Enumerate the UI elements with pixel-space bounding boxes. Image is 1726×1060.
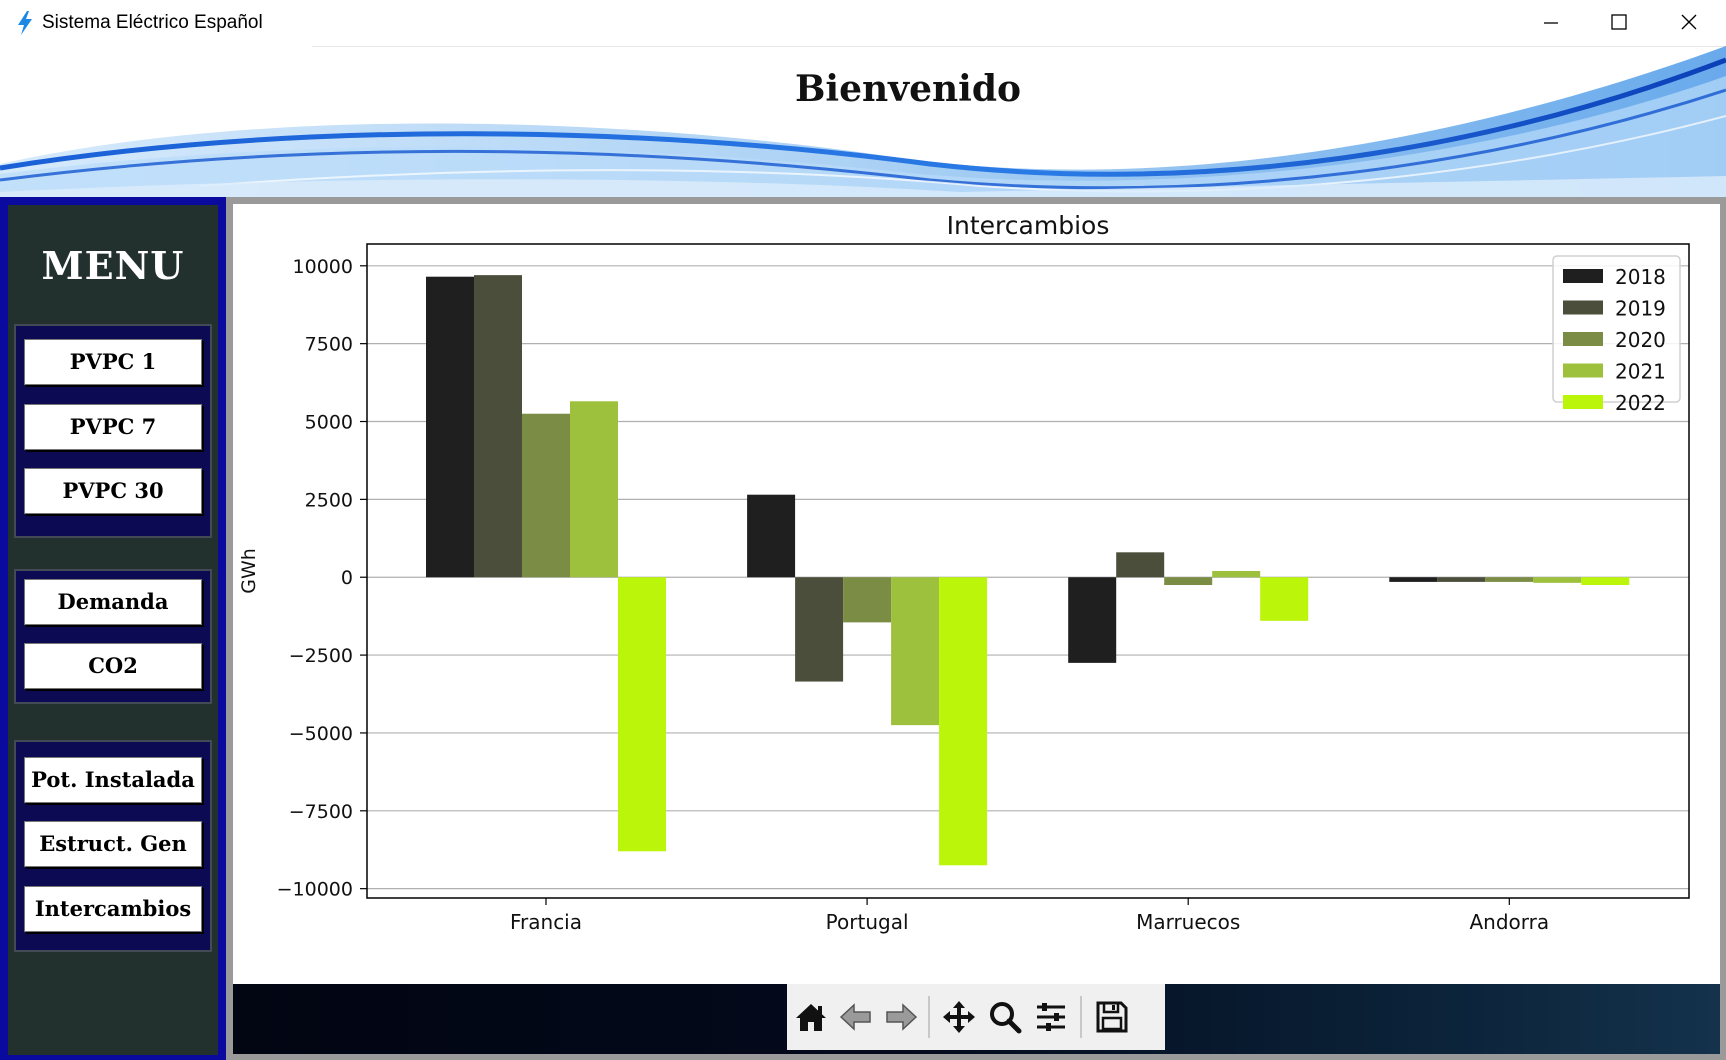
toolbar-separator [1080,996,1082,1038]
pvpc-1-button[interactable]: PVPC 1 [24,339,202,385]
bar-portugal-2021 [891,577,940,726]
legend-label-2021: 2021 [1615,360,1666,384]
bar-francia-2021 [570,401,618,578]
bar-andorra-2018 [1389,577,1438,582]
x-tick-label: Marruecos [1136,910,1240,934]
back-button[interactable] [834,992,878,1042]
home-icon [796,1004,826,1031]
y-tick-label: 2500 [305,489,353,511]
bar-marruecos-2021 [1212,571,1261,578]
pot-instalada-button[interactable]: Pot. Instalada [24,757,202,803]
close-button[interactable] [1655,0,1725,46]
y-axis-label: GWh [238,548,260,594]
legend-swatch-2019 [1563,300,1603,315]
forward-arrow-icon [886,1003,918,1031]
minimize-icon [1544,22,1558,24]
forward-button[interactable] [879,992,923,1042]
bar-portugal-2022 [939,577,988,866]
x-tick-label: Portugal [826,910,909,934]
window-title: Sistema Eléctrico Español [42,12,263,33]
legend-label-2022: 2022 [1615,391,1666,415]
bar-francia-2018 [426,276,474,578]
menu-group-demanda: Demanda CO2 [14,569,212,704]
bar-portugal-2019 [795,577,844,682]
close-icon [1681,14,1697,30]
y-tick-label: −5000 [289,723,353,745]
maximize-icon [1611,14,1627,30]
bar-marruecos-2022 [1260,577,1309,621]
legend-label-2018: 2018 [1615,265,1666,289]
home-button[interactable] [789,992,833,1042]
x-tick-label: Francia [510,910,582,934]
demanda-button[interactable]: Demanda [24,579,202,625]
sidebar-panel: MENU PVPC 1 PVPC 7 PVPC 30 Demanda CO2 P… [8,205,218,1055]
menu-title: MENU [41,243,185,288]
pan-button[interactable] [937,992,981,1042]
toolbar-separator [928,996,930,1038]
save-disk-icon [1096,1001,1128,1033]
bar-francia-2019 [474,275,522,578]
bar-andorra-2022 [1581,577,1630,586]
bar-andorra-2019 [1437,577,1486,582]
save-button[interactable] [1090,992,1134,1042]
bar-marruecos-2019 [1116,552,1165,578]
menu-group-generacion: Pot. Instalada Estruct. Gen Intercambios [14,740,212,952]
minimize-button[interactable] [1517,0,1587,46]
window-titlebar: Sistema Eléctrico Español [0,0,1726,46]
bar-andorra-2020 [1485,577,1534,582]
legend-label-2019: 2019 [1615,297,1666,321]
legend-swatch-2022 [1563,395,1603,409]
plot-toolbar [787,984,1165,1050]
sidebar: MENU PVPC 1 PVPC 7 PVPC 30 Demanda CO2 P… [0,197,226,1060]
chart-title: Intercambios [947,211,1110,240]
bar-marruecos-2018 [1068,577,1117,663]
configure-subplots-button[interactable] [1029,992,1073,1042]
lightning-bolt-icon [18,11,32,35]
bar-portugal-2018 [747,494,796,578]
legend-swatch-2020 [1563,332,1603,346]
zoom-button[interactable] [983,992,1027,1042]
intercambios-chart: Intercambios 10000 7500 5000 2500 0 −2500 −5000… [238,211,1690,934]
legend-label-2020: 2020 [1615,328,1666,352]
bar-francia-2020 [522,413,570,578]
chart-panel: Intercambios 10000 7500 5000 2500 0 −2500 −5000… [233,204,1720,984]
y-tick-label: −10000 [277,879,353,901]
bar-andorra-2021 [1533,577,1582,583]
zoom-magnifier-icon [990,1002,1022,1034]
menu-group-pvpc: PVPC 1 PVPC 7 PVPC 30 [14,324,212,538]
bar-portugal-2020 [843,577,892,623]
legend-swatch-2021 [1563,363,1603,378]
estruct-gen-button[interactable]: Estruct. Gen [24,821,202,867]
y-tick-label: 0 [341,567,353,589]
back-arrow-icon [839,1003,871,1031]
header-banner: Bienvenido [0,46,1726,198]
y-tick-label: −7500 [289,801,353,823]
y-tick-label: 5000 [305,412,353,434]
y-tick-label: 7500 [305,334,353,356]
pan-move-icon [943,1001,975,1033]
y-tick-label: 10000 [293,256,353,278]
configure-subplots-icon [1037,1003,1065,1031]
y-tick-label: −2500 [289,645,353,667]
maximize-button[interactable] [1585,0,1655,46]
x-tick-label: Andorra [1469,910,1549,934]
bar-marruecos-2020 [1164,577,1213,586]
page-title: Bienvenido [794,68,1022,110]
intercambios-button[interactable]: Intercambios [24,886,202,932]
pvpc-30-button[interactable]: PVPC 30 [24,468,202,514]
co2-button[interactable]: CO2 [24,643,202,689]
legend-swatch-2018 [1563,269,1603,283]
pvpc-7-button[interactable]: PVPC 7 [24,404,202,450]
bar-francia-2022 [618,577,666,852]
